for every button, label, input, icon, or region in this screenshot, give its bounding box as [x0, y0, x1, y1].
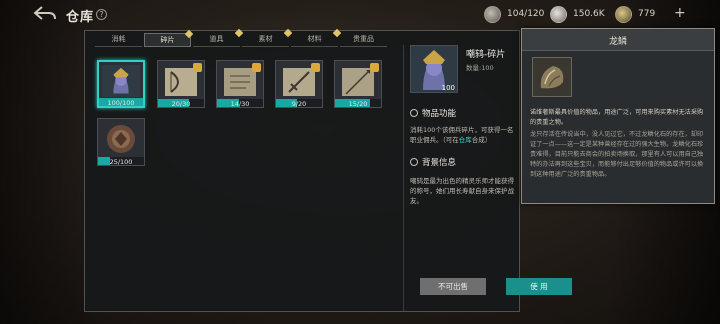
use-button[interactable]: 使 用	[506, 278, 572, 295]
page-title: 仓库	[66, 10, 95, 25]
elf-archer-portrait-icon	[102, 65, 140, 98]
item-slot-shield-emblem[interactable]: 25/100	[97, 118, 145, 166]
function-section-title: 物品功能	[422, 109, 457, 119]
item-count: 15/20	[348, 100, 368, 108]
panel-divider	[403, 45, 404, 311]
bullet-icon	[410, 109, 418, 117]
tab-ingredients[interactable]: 素材	[242, 28, 293, 47]
dragon-scale-icon	[532, 57, 572, 97]
tab-fragments[interactable]: 碎片	[144, 29, 194, 47]
unsellable-button[interactable]: 不可出售	[420, 278, 486, 295]
detail-item-name: 嘲鸫-碎片	[466, 50, 506, 60]
back-arrow-icon[interactable]	[32, 5, 58, 23]
item-slot-archer-fragment[interactable]: 100/100	[97, 60, 145, 108]
tab-label: 碎片	[160, 36, 175, 44]
item-count: 25/100	[109, 158, 133, 166]
item-slot-spear-blueprint[interactable]: 15/20	[334, 60, 382, 108]
puzzle-piece-icon	[252, 63, 261, 72]
tooltip-description: 诺维奢斯最具价值的物品，用途广泛，可用来购买素材无法采购的贵重之物。	[530, 109, 704, 126]
function-section-header: 物品功能	[410, 107, 456, 119]
currency-dragon-scale-value: 779	[638, 9, 656, 19]
tooltip-header: 龙鳞	[522, 29, 714, 51]
puzzle-piece-icon	[370, 63, 379, 72]
item-count: 14/30	[230, 100, 250, 108]
tab-label: 素材	[258, 35, 273, 43]
tab-label: 道具	[209, 35, 224, 43]
item-count: 9/20	[291, 100, 307, 108]
currency-dragon-scale[interactable]: 779	[615, 5, 655, 23]
new-badge	[184, 29, 194, 39]
top-bar: 仓库 ? 104/120 150.6K 779 +	[0, 0, 720, 30]
background-description: 嘲鸫是最为出色的精灵乐师才能获得的称号，她们用长寿献自身来保护战友。	[410, 177, 514, 205]
item-count: 100/100	[107, 99, 135, 107]
item-count: 20/30	[171, 100, 191, 108]
tab-label: 消耗	[111, 35, 126, 43]
shield-emblem-icon	[107, 125, 135, 153]
function-text-c: 合成）	[471, 136, 492, 144]
currency-stone-value: 104/120	[507, 9, 545, 19]
tooltip-title: 龙鳞	[608, 37, 627, 47]
tab-props[interactable]: 道具	[193, 28, 244, 47]
tab-label: 材料	[307, 35, 322, 43]
background-section-title: 背景信息	[422, 158, 457, 168]
tooltip-lore: 龙只存活在传说当中，没人见过它，不过龙鳞化石的存在，却印证了一点——这一定是某种…	[530, 131, 704, 178]
function-description: 消耗100个该佣兵碎片，可获得一名 职业佣兵。（可在仓库合成）	[410, 125, 520, 145]
detail-item-quantity: 数量:100	[466, 64, 494, 72]
detail-item-count: 100	[441, 84, 455, 92]
puzzle-piece-icon	[193, 63, 202, 72]
tab-materials[interactable]: 材料	[291, 28, 342, 47]
function-text-a: 消耗100个该佣兵碎片，可获得一名	[410, 126, 514, 134]
question-icon[interactable]: ?	[96, 9, 107, 20]
item-slot-scroll-blueprint[interactable]: 14/30	[216, 60, 264, 108]
item-slot-sword-blueprint[interactable]: 9/20	[275, 60, 323, 108]
currency-silver[interactable]: 150.6K	[550, 5, 605, 23]
bullet-icon	[410, 158, 418, 166]
silver-coin-icon	[550, 5, 567, 23]
stone-coin-icon	[484, 5, 501, 23]
tab-valuables[interactable]: 贵重品	[340, 33, 387, 47]
category-tabs: 消耗 碎片 道具 素材 材料 贵重品	[95, 28, 389, 47]
tab-label: 贵重品	[353, 35, 374, 43]
puzzle-piece-icon	[311, 63, 320, 72]
currency-stone[interactable]: 104/120	[484, 5, 544, 23]
function-text-b: 职业佣兵。（可在	[410, 136, 459, 144]
gold-scale-icon	[615, 5, 632, 23]
warehouse-link[interactable]: 仓库	[459, 136, 472, 144]
item-slot-bow-blueprint[interactable]: 20/30	[157, 60, 205, 108]
detail-item-icon: 100	[410, 45, 458, 93]
currency-silver-value: 150.6K	[573, 9, 605, 19]
dragon-scale-tooltip: 龙鳞 诺维奢斯最具价值的物品，用途广泛，可用来购买素材无法采购的贵重之物。 龙只…	[521, 28, 715, 204]
background-section-header: 背景信息	[410, 156, 456, 168]
add-icon[interactable]: +	[674, 5, 686, 21]
tab-consumables[interactable]: 消耗	[95, 33, 142, 47]
dragon-scale-art	[540, 66, 564, 89]
